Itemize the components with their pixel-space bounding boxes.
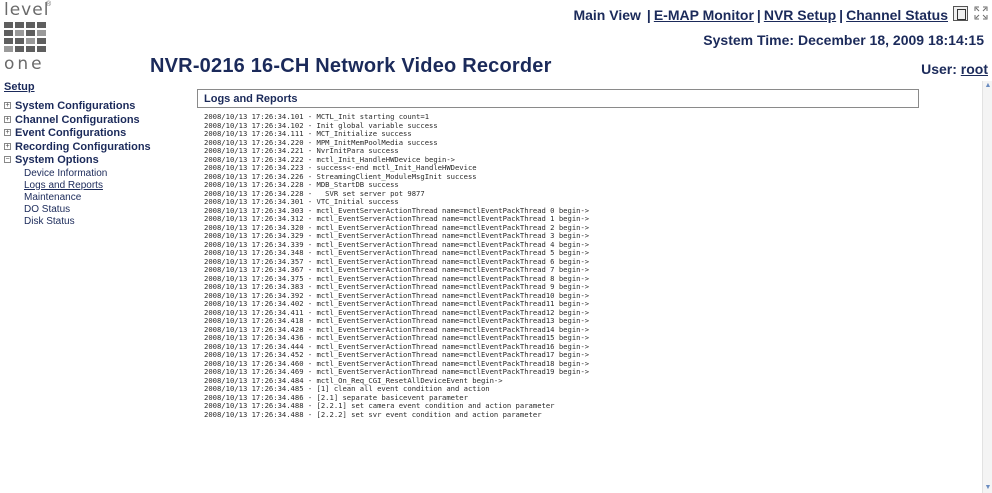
expand-icon: +	[4, 142, 11, 150]
nav-nvr-setup-link[interactable]: NVR Setup	[764, 7, 836, 23]
user-label: User:	[921, 61, 957, 77]
collapse-icon: −	[4, 156, 11, 163]
expand-icon: +	[4, 102, 11, 109]
sidebar-item-system-options[interactable]: − System Options	[4, 154, 184, 167]
logo-word-top: level	[4, 0, 50, 20]
fullscreen-icon[interactable]	[973, 5, 989, 21]
sidebar-item-label: System Options	[15, 154, 99, 166]
nav-emap-monitor-link[interactable]: E-MAP Monitor	[654, 7, 754, 23]
sidebar-item-label: Recording Configurations	[15, 140, 151, 153]
top-navigation: Main View | E-MAP Monitor | NVR Setup | Channe…	[573, 7, 948, 23]
nav-separator: |	[756, 7, 761, 23]
sidebar-item-system-configurations[interactable]: + System Configurations	[4, 100, 184, 113]
help-icon[interactable]	[953, 6, 968, 21]
user-link[interactable]: root	[961, 61, 988, 77]
scrollbar[interactable]: ▲ ▼	[982, 81, 992, 493]
level-one-logo: level ® one	[2, 0, 64, 76]
sidebar: + System Configurations + Channel Config…	[4, 100, 184, 228]
setup-link[interactable]: Setup	[4, 81, 35, 93]
scroll-up-icon[interactable]: ▲	[983, 81, 992, 91]
nav-main-view: Main View	[573, 7, 641, 23]
log-line: 2008/10/13 17:26:34.488 - [2.2.2] set sv…	[204, 409, 542, 419]
nav-separator: |	[839, 7, 844, 23]
system-time-label: System Time:	[703, 32, 795, 48]
expand-icon: +	[4, 129, 11, 136]
sidebar-subitem-logs-and-reports[interactable]: Logs and Reports	[4, 180, 184, 192]
sidebar-item-channel-configurations[interactable]: + Channel Configurations	[4, 114, 184, 127]
sidebar-subitem-device-information[interactable]: Device Information	[4, 168, 184, 180]
sidebar-item-label: Event Configurations	[15, 127, 127, 139]
sidebar-item-event-configurations[interactable]: + Event Configurations	[4, 127, 184, 140]
logo-registered-mark: ®	[46, 1, 52, 8]
logo-word-bottom: one	[4, 54, 45, 74]
panel-header: Logs and Reports	[197, 89, 919, 108]
logo-grid-icon	[4, 22, 46, 52]
sidebar-subitem-do-status[interactable]: DO Status	[4, 204, 184, 216]
sidebar-item-label: System Configurations	[15, 100, 136, 112]
sidebar-item-recording-configurations[interactable]: + Recording Configurations	[4, 141, 184, 154]
expand-icon: +	[4, 115, 11, 123]
sidebar-subitem-disk-status[interactable]: Disk Status	[4, 216, 184, 228]
system-time-value: December 18, 2009 18:14:15	[797, 32, 984, 48]
scroll-down-icon[interactable]: ▼	[983, 483, 992, 493]
page-title: NVR-0216 16-CH Network Video Recorder	[150, 55, 552, 77]
sidebar-item-label: Channel Configurations	[15, 113, 140, 126]
log-list[interactable]: 2008/10/13 17:26:34.101 - MCTL_Init star…	[204, 113, 944, 491]
user-info: User: root	[921, 61, 988, 77]
nav-channel-status-link[interactable]: Channel Status	[846, 7, 948, 23]
nav-separator: |	[646, 7, 651, 23]
sidebar-subitem-maintenance[interactable]: Maintenance	[4, 192, 184, 204]
system-time: System Time: December 18, 2009 18:14:15	[703, 32, 984, 48]
